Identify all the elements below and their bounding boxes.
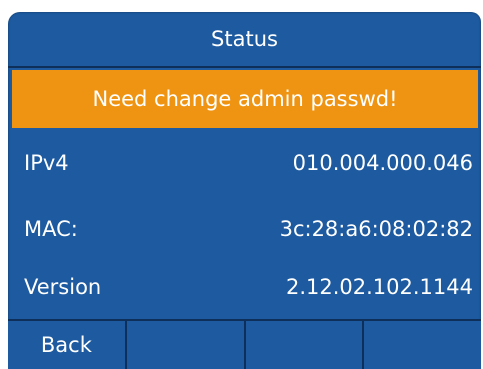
info-row-version[interactable]: Version 2.12.02.102.1144 <box>8 256 481 318</box>
softkey-bar: Back <box>8 319 481 369</box>
softkey-2[interactable] <box>126 321 244 369</box>
mac-label: MAC: <box>24 217 78 241</box>
ipv4-label: IPv4 <box>24 151 69 175</box>
version-value: 2.12.02.102.1144 <box>285 275 473 299</box>
phone-screen: Status Need change admin passwd! IPv4 01… <box>8 12 481 369</box>
page-title: Status <box>211 27 278 51</box>
ipv4-value: 010.004.000.046 <box>292 151 473 175</box>
warning-text: Need change admin passwd! <box>92 87 398 111</box>
softkey-3[interactable] <box>245 321 363 369</box>
info-row-ipv4[interactable]: IPv4 010.004.000.046 <box>8 132 481 194</box>
info-row-mac[interactable]: MAC: 3c:28:a6:08:02:82 <box>8 198 481 260</box>
back-softkey[interactable]: Back <box>8 321 125 369</box>
version-label: Version <box>24 275 102 299</box>
softkey-4[interactable] <box>364 321 481 369</box>
warning-banner[interactable]: Need change admin passwd! <box>12 70 478 128</box>
mac-value: 3c:28:a6:08:02:82 <box>279 217 473 241</box>
title-bar: Status <box>8 12 481 68</box>
